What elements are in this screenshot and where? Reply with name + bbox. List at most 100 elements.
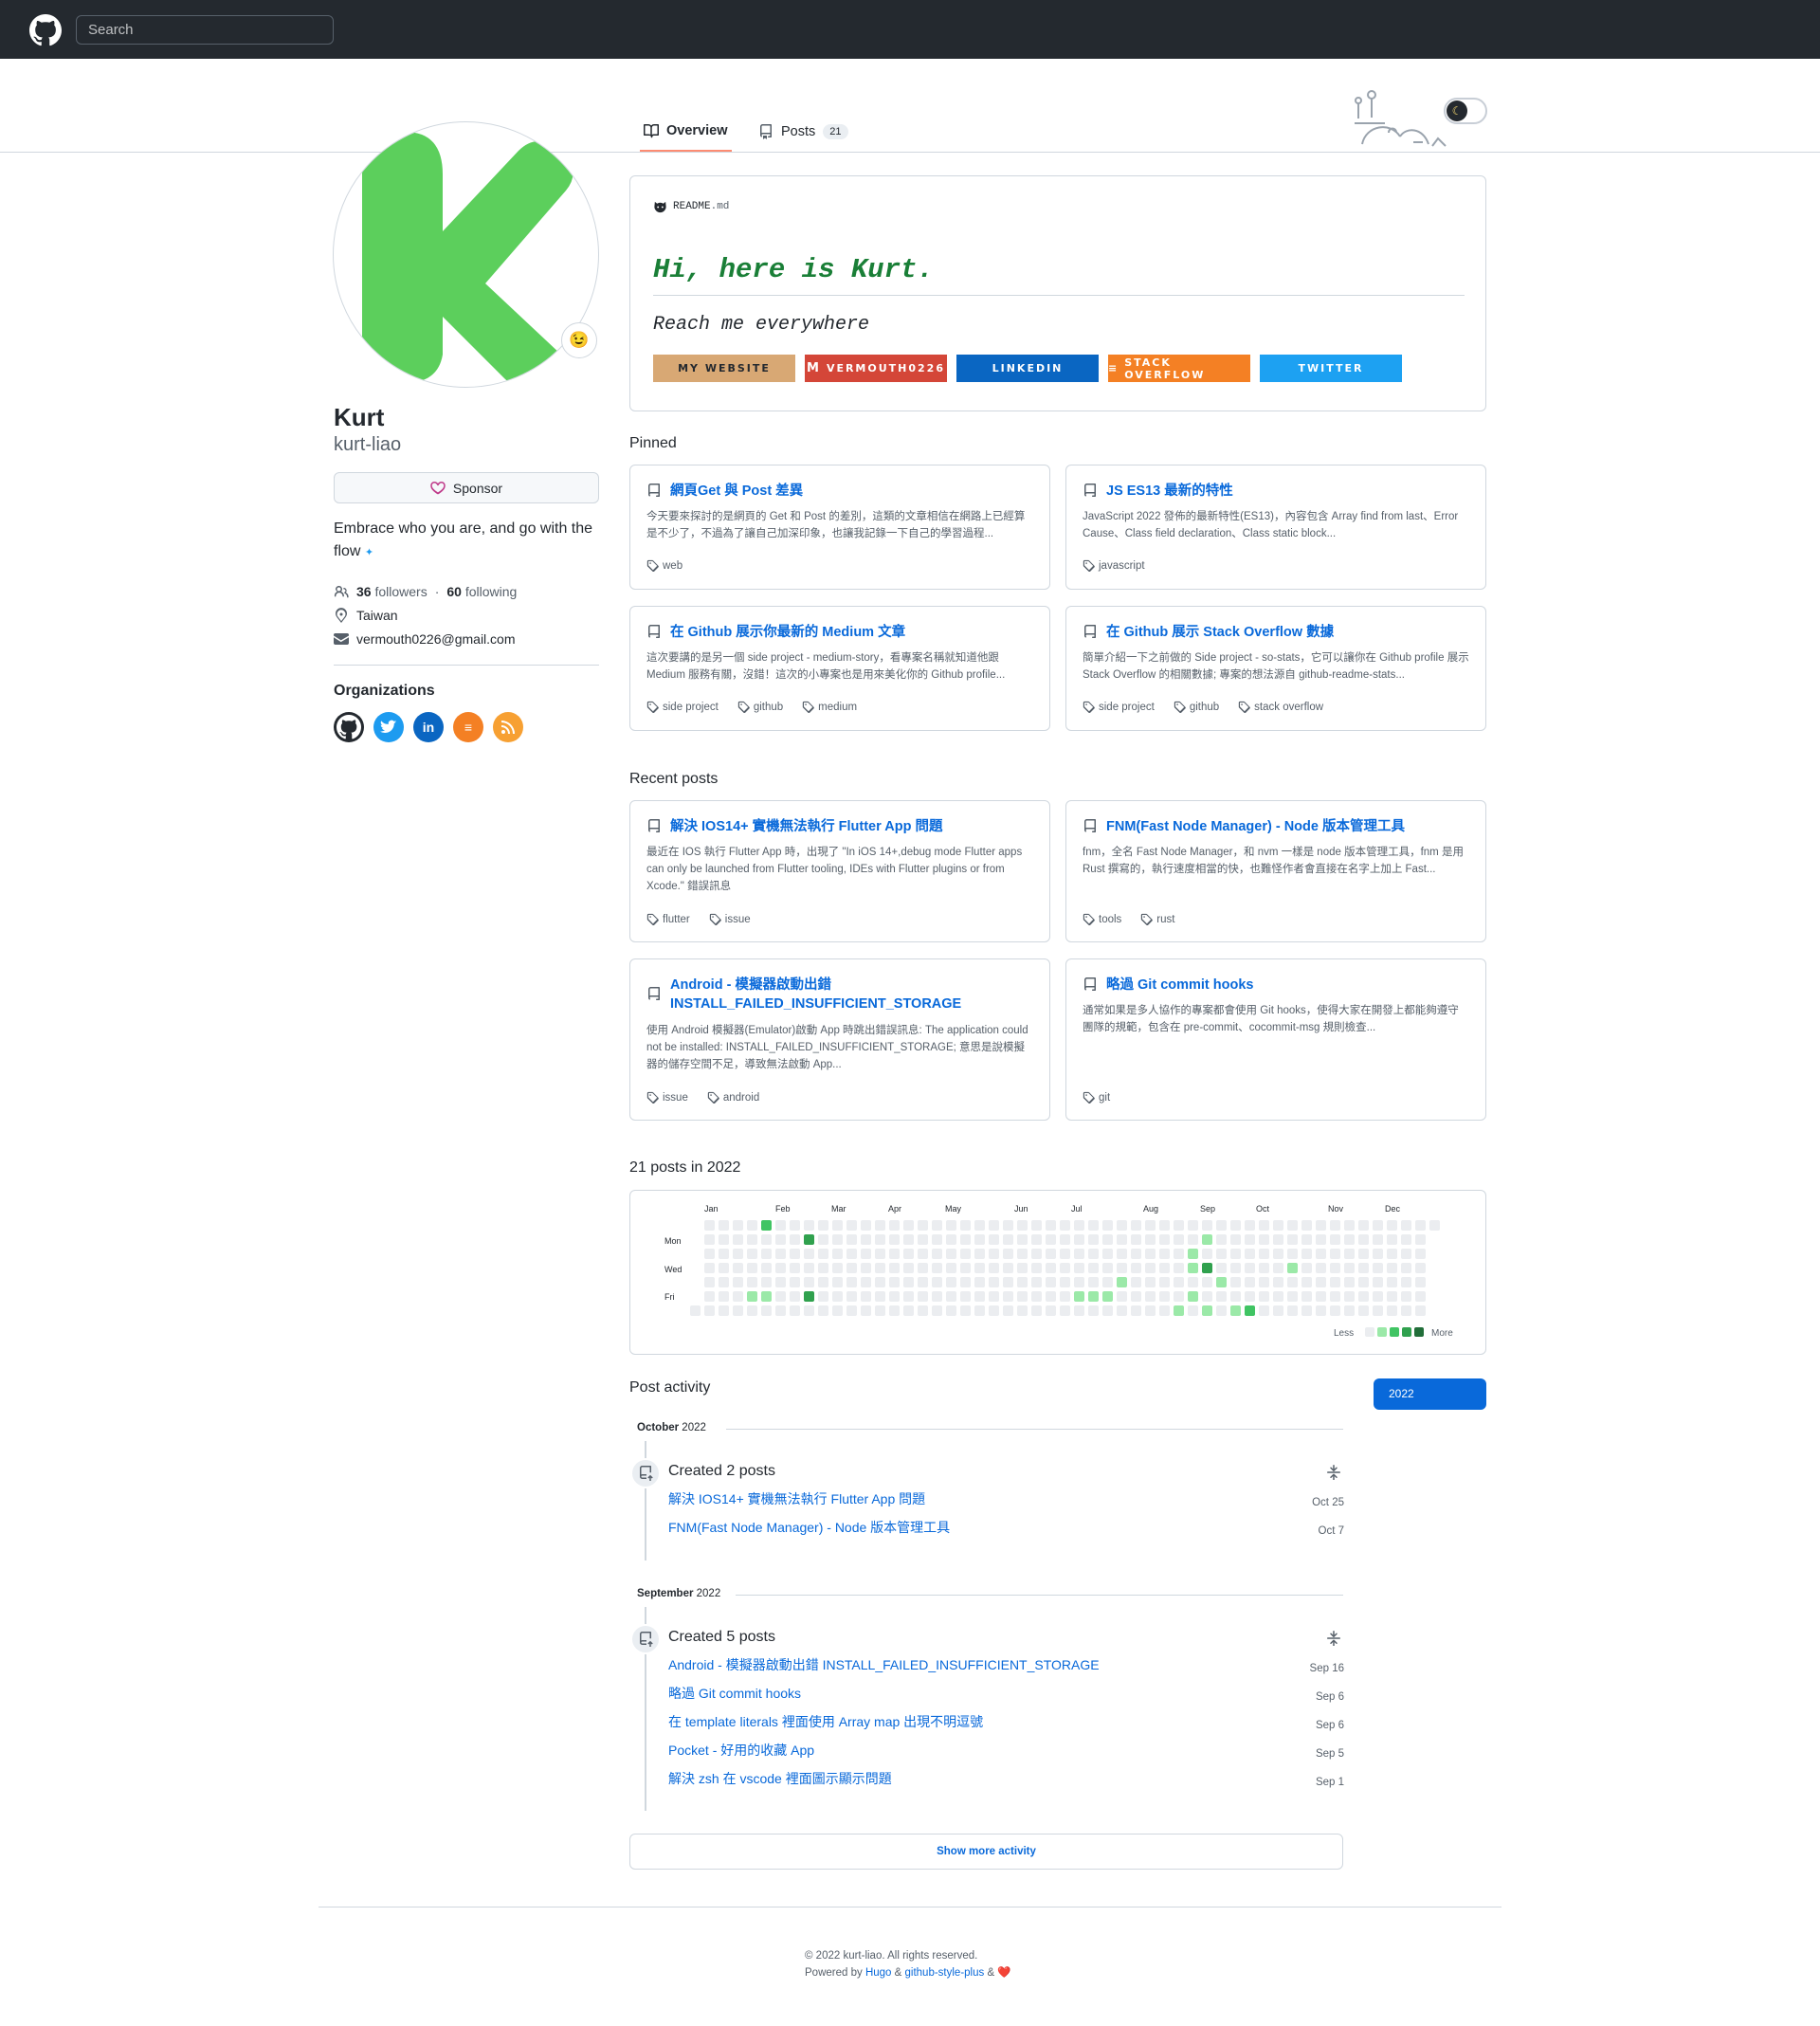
heatmap-cell[interactable] bbox=[1060, 1291, 1070, 1302]
heatmap-cell[interactable] bbox=[1358, 1291, 1369, 1302]
heatmap-cell[interactable] bbox=[846, 1220, 857, 1231]
hugo-link[interactable]: Hugo bbox=[865, 1967, 892, 1979]
heatmap-cell[interactable] bbox=[747, 1263, 757, 1273]
heatmap-cell[interactable] bbox=[1387, 1291, 1397, 1302]
heatmap-cell[interactable] bbox=[832, 1305, 843, 1316]
heatmap-cell[interactable] bbox=[846, 1263, 857, 1273]
heatmap-cell[interactable] bbox=[1387, 1305, 1397, 1316]
heatmap-cell[interactable] bbox=[1074, 1220, 1084, 1231]
year-2022-button[interactable]: 2022 bbox=[1374, 1378, 1486, 1410]
heatmap-cell[interactable] bbox=[1230, 1305, 1241, 1316]
heatmap-cell[interactable] bbox=[1344, 1249, 1355, 1259]
tab-posts[interactable]: Posts 21 bbox=[755, 112, 852, 152]
heatmap-cell[interactable] bbox=[846, 1234, 857, 1245]
heatmap-cell[interactable] bbox=[832, 1249, 843, 1259]
heatmap-cell[interactable] bbox=[960, 1305, 971, 1316]
heatmap-cell[interactable] bbox=[747, 1291, 757, 1302]
heatmap-cell[interactable] bbox=[1060, 1305, 1070, 1316]
heatmap-cell[interactable] bbox=[903, 1220, 914, 1231]
heatmap-cell[interactable] bbox=[1373, 1291, 1383, 1302]
heatmap-cell[interactable] bbox=[1060, 1263, 1070, 1273]
heatmap-cell[interactable] bbox=[946, 1263, 956, 1273]
heatmap-cell[interactable] bbox=[1145, 1263, 1156, 1273]
heatmap-cell[interactable] bbox=[1031, 1291, 1042, 1302]
heatmap-cell[interactable] bbox=[861, 1291, 871, 1302]
heatmap-cell[interactable] bbox=[1301, 1249, 1312, 1259]
heatmap-cell[interactable] bbox=[1230, 1277, 1241, 1287]
heatmap-cell[interactable] bbox=[761, 1249, 772, 1259]
heatmap-cell[interactable] bbox=[903, 1291, 914, 1302]
heatmap-cell[interactable] bbox=[1316, 1263, 1326, 1273]
heatmap-cell[interactable] bbox=[861, 1220, 871, 1231]
heatmap-cell[interactable] bbox=[790, 1305, 800, 1316]
heatmap-cell[interactable] bbox=[1401, 1291, 1411, 1302]
heatmap-cell[interactable] bbox=[1046, 1305, 1056, 1316]
heatmap-cell[interactable] bbox=[1358, 1277, 1369, 1287]
heatmap-cell[interactable] bbox=[989, 1277, 999, 1287]
tag[interactable]: side project bbox=[1083, 701, 1155, 713]
heatmap-cell[interactable] bbox=[875, 1305, 885, 1316]
heatmap-cell[interactable] bbox=[875, 1234, 885, 1245]
heatmap-cell[interactable] bbox=[1273, 1291, 1283, 1302]
heatmap-cell[interactable] bbox=[1102, 1249, 1113, 1259]
heatmap-cell[interactable] bbox=[719, 1249, 729, 1259]
heatmap-cell[interactable] bbox=[989, 1291, 999, 1302]
activity-post-link[interactable]: 解決 zsh 在 vscode 裡面圖示顯示問題 bbox=[668, 1769, 892, 1788]
heatmap-cell[interactable] bbox=[1088, 1277, 1099, 1287]
heatmap-cell[interactable] bbox=[974, 1305, 985, 1316]
heatmap-cell[interactable] bbox=[790, 1263, 800, 1273]
heatmap-cell[interactable] bbox=[1330, 1277, 1340, 1287]
heatmap-cell[interactable] bbox=[1330, 1249, 1340, 1259]
heatmap-cell[interactable] bbox=[1003, 1220, 1013, 1231]
heatmap-cell[interactable] bbox=[932, 1305, 942, 1316]
heatmap-cell[interactable] bbox=[903, 1249, 914, 1259]
heatmap-cell[interactable] bbox=[704, 1234, 715, 1245]
heatmap-cell[interactable] bbox=[960, 1263, 971, 1273]
tag[interactable]: github bbox=[1174, 701, 1219, 713]
heatmap-cell[interactable] bbox=[1174, 1277, 1184, 1287]
heatmap-cell[interactable] bbox=[1117, 1234, 1127, 1245]
recent-post-card[interactable]: 略過 Git commit hooks 通常如果是多人協作的專案都會使用 Git… bbox=[1065, 958, 1486, 1121]
pinned-card-title[interactable]: 在 Github 展示你最新的 Medium 文章 bbox=[646, 623, 1026, 642]
heatmap-cell[interactable] bbox=[1301, 1277, 1312, 1287]
heatmap-cell[interactable] bbox=[875, 1220, 885, 1231]
heatmap-cell[interactable] bbox=[1117, 1291, 1127, 1302]
badge-linkedin[interactable]: LINKEDIN bbox=[956, 355, 1099, 382]
recent-post-card[interactable]: 解決 IOS14+ 實機無法執行 Flutter App 問題 最近在 IOS … bbox=[629, 800, 1050, 942]
heatmap-cell[interactable] bbox=[918, 1234, 928, 1245]
heatmap-cell[interactable] bbox=[1401, 1305, 1411, 1316]
heatmap-cell[interactable] bbox=[1117, 1263, 1127, 1273]
heatmap-cell[interactable] bbox=[1074, 1277, 1084, 1287]
heatmap-cell[interactable] bbox=[1373, 1234, 1383, 1245]
heatmap-cell[interactable] bbox=[790, 1234, 800, 1245]
heatmap-cell[interactable] bbox=[1415, 1305, 1426, 1316]
heatmap-cell[interactable] bbox=[861, 1234, 871, 1245]
heatmap-cell[interactable] bbox=[1216, 1249, 1227, 1259]
heatmap-cell[interactable] bbox=[1358, 1234, 1369, 1245]
heatmap-cell[interactable] bbox=[960, 1234, 971, 1245]
heatmap-cell[interactable] bbox=[1358, 1249, 1369, 1259]
heatmap-cell[interactable] bbox=[1344, 1220, 1355, 1231]
heatmap-cell[interactable] bbox=[1046, 1234, 1056, 1245]
avatar[interactable] bbox=[333, 121, 599, 388]
heatmap-cell[interactable] bbox=[832, 1291, 843, 1302]
heatmap-cell[interactable] bbox=[932, 1249, 942, 1259]
heatmap-cell[interactable] bbox=[903, 1277, 914, 1287]
heatmap-cell[interactable] bbox=[918, 1291, 928, 1302]
heatmap-cell[interactable] bbox=[1330, 1263, 1340, 1273]
heatmap-cell[interactable] bbox=[1401, 1249, 1411, 1259]
heatmap-cell[interactable] bbox=[1088, 1234, 1099, 1245]
heatmap-cell[interactable] bbox=[1230, 1263, 1241, 1273]
followers-link[interactable]: 36 followers bbox=[356, 584, 428, 599]
heatmap-cell[interactable] bbox=[918, 1220, 928, 1231]
heatmap-cell[interactable] bbox=[1301, 1234, 1312, 1245]
heatmap-cell[interactable] bbox=[1102, 1220, 1113, 1231]
heatmap-cell[interactable] bbox=[1358, 1220, 1369, 1231]
heatmap-cell[interactable] bbox=[704, 1277, 715, 1287]
fold-icon[interactable] bbox=[1326, 1631, 1341, 1646]
heatmap-cell[interactable] bbox=[804, 1305, 814, 1316]
heatmap-cell[interactable] bbox=[719, 1277, 729, 1287]
tag[interactable]: tools bbox=[1083, 913, 1121, 925]
heatmap-cell[interactable] bbox=[804, 1249, 814, 1259]
heatmap-cell[interactable] bbox=[1174, 1305, 1184, 1316]
